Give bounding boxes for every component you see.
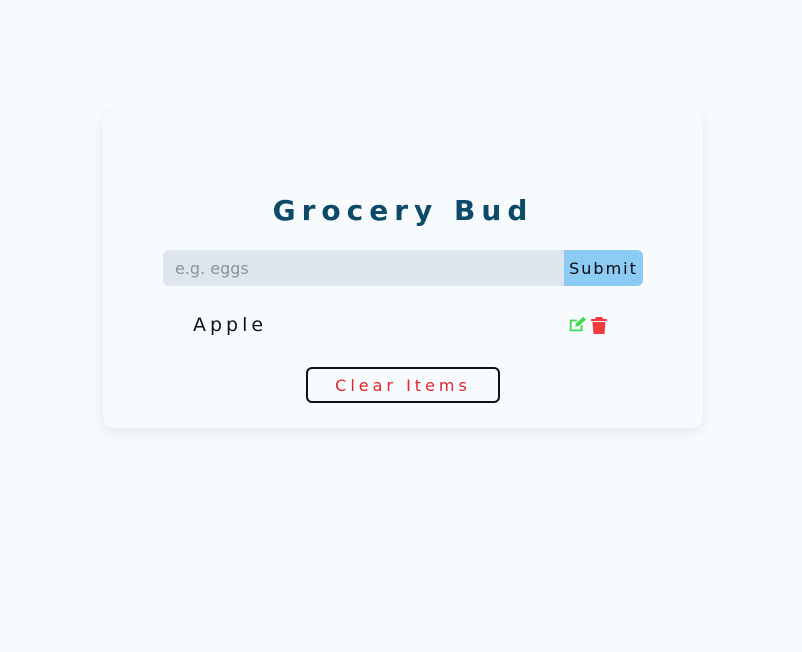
item-actions [568,316,608,334]
grocery-input[interactable] [163,250,564,286]
item-name: Apple [193,314,268,336]
page-title: Grocery Bud [272,194,534,227]
list-item: Apple [193,311,608,339]
grocery-card: Grocery Bud Submit Apple Clear Items [103,111,703,428]
trash-icon[interactable] [590,316,608,334]
submit-button[interactable]: Submit [564,250,643,286]
clear-items-button[interactable]: Clear Items [306,367,500,403]
grocery-form: Submit [163,250,643,286]
edit-icon[interactable] [568,316,586,334]
